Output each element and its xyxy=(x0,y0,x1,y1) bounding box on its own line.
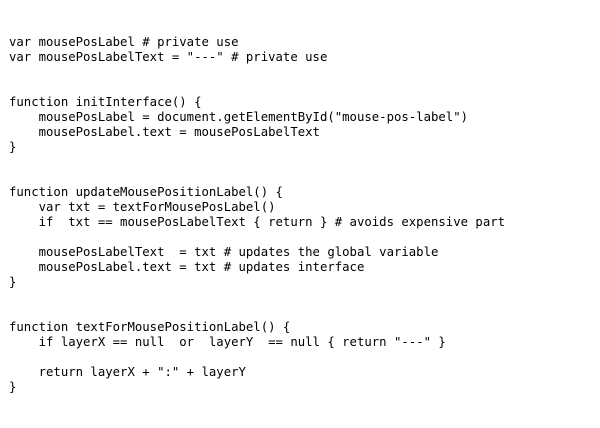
code-line: var mousePosLabelText = "---" # private … xyxy=(9,50,328,64)
code-line: if txt == mousePosLabelText { return } #… xyxy=(9,215,506,229)
code-area[interactable]: var mousePosLabel # private use var mous… xyxy=(9,35,594,395)
code-line: mousePosLabel = document.getElementById(… xyxy=(9,110,469,124)
code-line: } xyxy=(9,140,17,154)
code-line: function initInterface() { xyxy=(9,95,202,109)
code-line: function textForMousePositionLabel() { xyxy=(9,320,291,334)
code-line: var txt = textForMousePosLabel() xyxy=(9,200,276,214)
code-line: if layerX == null or layerY == null { re… xyxy=(9,335,446,349)
code-line: } xyxy=(9,380,17,394)
code-line: return layerX + ":" + layerY xyxy=(9,365,246,379)
code-line: mousePosLabel.text = txt # updates inter… xyxy=(9,260,365,274)
code-line: var mousePosLabel # private use xyxy=(9,35,239,49)
code-line: mousePosLabel.text = mousePosLabelText xyxy=(9,125,320,139)
code-line: } xyxy=(9,275,17,289)
code-line: mousePosLabelText = txt # updates the gl… xyxy=(9,245,439,259)
code-line: function updateMousePositionLabel() { xyxy=(9,185,283,199)
